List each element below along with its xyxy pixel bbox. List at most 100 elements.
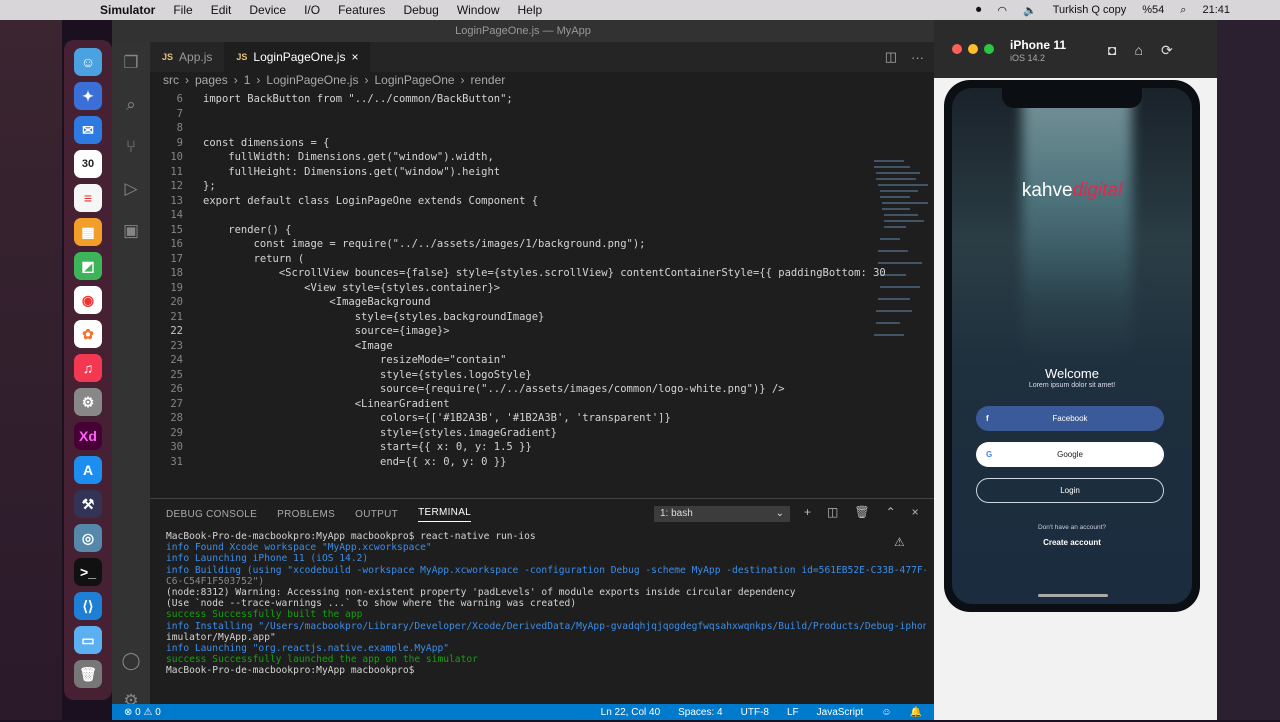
calendar-icon[interactable]: 30 [74,150,102,178]
xcode-icon[interactable]: ⚒ [74,490,102,518]
code-line[interactable]: 22 source={image}> [150,324,830,339]
close-window-button[interactable] [952,44,962,54]
tab-app-js[interactable]: JS App.js [150,42,224,72]
menu-file[interactable]: File [173,3,192,17]
launchpad-icon[interactable]: ▦ [74,218,102,246]
cursor-position[interactable]: Ln 22, Col 40 [601,707,661,718]
maximize-panel-icon[interactable]: ⌃ [886,505,896,519]
zoom-window-button[interactable] [984,44,994,54]
code-line[interactable]: 28 colors={['#1B2A3B', '#1B2A3B', 'trans… [150,411,830,426]
menu-edit[interactable]: Edit [211,3,232,17]
terminal-icon[interactable]: >_ [74,558,102,586]
minimap[interactable] [872,158,934,358]
breadcrumb-item[interactable]: render [471,73,506,87]
code-editor[interactable]: 6 import BackButton from "../../common/Ba… [150,88,934,498]
adobe-xd-icon[interactable]: Xd [74,422,102,450]
menu-help[interactable]: Help [518,3,543,17]
problems-status[interactable]: ⊗ 0 ⚠ 0 [124,707,161,718]
add-terminal-icon[interactable]: + [804,505,811,519]
code-line[interactable]: 29 style={styles.imageGradient} [150,426,830,441]
search-icon[interactable]: ⌕ [1180,4,1186,17]
maps-icon[interactable]: ◩ [74,252,102,280]
code-line[interactable]: 31 end={{ x: 0, y: 0 }} [150,455,830,470]
code-line[interactable]: 26 source={require("../../assets/images/… [150,382,830,397]
tab-loginpageone-js[interactable]: JS LoginPageOne.js × [224,42,371,72]
trash-icon[interactable]: 🗑 [854,505,869,519]
search-icon[interactable]: ⌕ [112,84,150,126]
code-line[interactable]: 19 <View style={styles.container}> [150,281,830,296]
breadcrumb-item[interactable]: LoginPageOne.js [266,73,358,87]
system-preferences-icon[interactable]: ⚙ [74,388,102,416]
more-actions-icon[interactable]: ··· [911,50,924,65]
minimize-window-button[interactable] [968,44,978,54]
account-icon[interactable]: ◯ [112,640,150,682]
split-editor-icon[interactable]: ◫ [885,49,897,65]
breadcrumb-item[interactable]: LoginPageOne [374,73,454,87]
explorer-icon[interactable]: ❐ [112,42,150,84]
code-line[interactable]: 8 [150,121,830,136]
menu-debug[interactable]: Debug [403,3,438,17]
code-line[interactable]: 25 style={styles.logoStyle} [150,368,830,383]
app-store-icon[interactable]: A [74,456,102,484]
code-line[interactable]: 13 export default class LoginPageOne exte… [150,194,830,209]
split-terminal-icon[interactable]: ◫ [827,505,838,519]
tab-problems[interactable]: PROBLEMS [277,509,335,520]
bell-icon[interactable]: 🔔 [910,707,922,718]
code-line[interactable]: 16 const image = require("../../assets/i… [150,237,830,252]
simulator-icon[interactable]: ◎ [74,524,102,552]
trash-icon[interactable]: 🗑 [74,660,102,688]
code-line[interactable]: 11 fullHeight: Dimensions.get("window").… [150,165,830,180]
reminders-icon[interactable]: ≡ [74,184,102,212]
code-line[interactable]: 20 <ImageBackground [150,295,830,310]
mail-icon[interactable]: ✉ [74,116,102,144]
code-line[interactable]: 15 render() { [150,223,830,238]
code-line[interactable]: 30 start={{ x: 0, y: 1.5 }} [150,440,830,455]
tab-output[interactable]: OUTPUT [355,509,398,520]
code-line[interactable]: 14 [150,208,830,223]
code-line[interactable]: 12}; [150,179,830,194]
code-line[interactable]: 9 const dimensions = { [150,136,830,151]
keyboard-layout[interactable]: Turkish Q copy [1053,4,1127,16]
photos-icon[interactable]: ✿ [74,320,102,348]
volume-icon[interactable]: 🔈 [1023,4,1037,17]
code-line[interactable]: 23 <Image [150,339,830,354]
language-mode[interactable]: JavaScript [817,707,864,718]
extensions-icon[interactable]: ▣ [112,210,150,252]
facebook-button[interactable]: f Facebook [976,406,1164,431]
record-icon[interactable]: ⏺ [976,4,982,17]
close-icon[interactable]: × [351,50,358,64]
create-account-link[interactable]: Create account [952,538,1192,547]
breadcrumb-item[interactable]: src [163,73,179,87]
menu-window[interactable]: Window [457,3,500,17]
tab-debug-console[interactable]: DEBUG CONSOLE [166,509,257,520]
battery-percent[interactable]: %54 [1142,4,1164,16]
menu-device[interactable]: Device [249,3,286,17]
menu-features[interactable]: Features [338,3,385,17]
login-button[interactable]: Login [976,478,1164,503]
code-line[interactable]: 18 <ScrollView bounces={false} style={st… [150,266,885,281]
terminal-select[interactable]: 1: bash ⌄ [654,506,790,522]
menu-io[interactable]: I/O [304,3,320,17]
screenshot-icon[interactable]: ◘ [1108,42,1116,59]
run-debug-icon[interactable]: ▷ [112,168,150,210]
tab-terminal[interactable]: TERMINAL [418,507,472,522]
vscode-icon[interactable]: ⟨⟩ [74,592,102,620]
code-line[interactable]: 27 <LinearGradient [150,397,830,412]
breadcrumb-item[interactable]: pages [195,73,228,87]
google-button[interactable]: G Google [976,442,1164,467]
breadcrumb-item[interactable]: 1 [244,73,251,87]
wifi-icon[interactable]: ◠ [997,4,1007,17]
home-icon[interactable]: ⌂ [1134,42,1142,59]
music-icon[interactable]: ♫ [74,354,102,382]
code-line[interactable]: 10 fullWidth: Dimensions.get("window").w… [150,150,830,165]
folder-icon[interactable]: ▭ [74,626,102,654]
close-panel-icon[interactable]: × [912,505,919,519]
end-of-line[interactable]: LF [787,707,799,718]
code-line[interactable]: 17 return ( [150,252,830,267]
code-line[interactable]: 7 [150,107,830,122]
chrome-icon[interactable]: ◉ [74,286,102,314]
code-line[interactable]: 24 resizeMode="contain" [150,353,830,368]
terminal-output[interactable]: MacBook-Pro-de-macbookpro:MyApp macbookp… [166,531,926,677]
clock[interactable]: 21:41 [1202,4,1230,16]
menu-app-name[interactable]: Simulator [100,3,155,17]
